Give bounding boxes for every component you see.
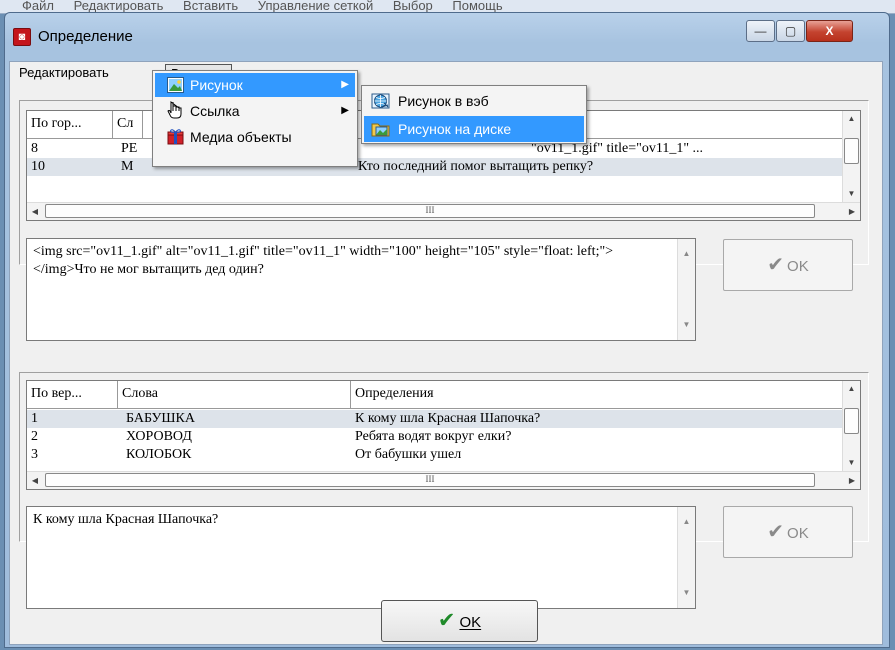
row-number: 1 [31, 411, 38, 426]
ok-button-top[interactable]: ✔ OK [723, 239, 853, 291]
column-header-words[interactable]: Сл [113, 111, 143, 138]
maximize-button[interactable]: ▢ [776, 20, 805, 42]
scroll-up-icon[interactable]: ▲ [843, 111, 860, 127]
submenu-arrow-icon: ▶ [341, 105, 349, 116]
column-header-number[interactable]: По вер... [27, 381, 118, 408]
column-header-definitions[interactable]: Определения [351, 381, 844, 408]
folder-picture-icon [371, 123, 390, 137]
ok-button-bottom[interactable]: ✔ OK [723, 506, 853, 558]
horizontal-scrollbar[interactable]: ◀ III ▶ [27, 202, 860, 220]
table-row[interactable]: 3 КОЛОБОК От бабушки ушел [27, 446, 842, 464]
table-row[interactable]: 1 БАБУШКА К кому шла Красная Шапочка? [27, 410, 842, 428]
row-definition: От бабушки ушел [355, 447, 462, 462]
down-words-grid[interactable]: По вер... Слова Определения 1 БАБУШКА К … [26, 380, 861, 490]
horizontal-scrollbar[interactable]: ◀ III ▶ [27, 471, 860, 489]
column-header-words[interactable]: Слова [118, 381, 351, 408]
checkmark-icon: ✔ [767, 254, 785, 276]
scroll-up-icon[interactable]: ▲ [678, 513, 695, 531]
definition-editor-bottom[interactable]: К кому шла Красная Шапочка? ▲ ▼ [26, 506, 696, 609]
bottom-panel: По вер... Слова Определения 1 БАБУШКА К … [19, 372, 869, 609]
submenu-item-label: Рисунок на диске [398, 121, 512, 137]
menu-item-media[interactable]: Медиа объекты [155, 125, 355, 149]
row-word: ХОРОВОД [126, 429, 192, 444]
submenu-arrow-icon: ▶ [341, 79, 349, 90]
table-row[interactable]: 10 М Кто последний помог вытащить репку? [27, 158, 842, 176]
row-number: 3 [31, 447, 38, 462]
ok-label: OK [459, 614, 482, 631]
table-row[interactable]: 2 ХОРОВОД Ребята водят вокруг елки? [27, 428, 842, 446]
scroll-left-icon[interactable]: ◀ [27, 472, 43, 489]
editor-scrollbar[interactable]: ▲ ▼ [677, 239, 695, 340]
editor-scrollbar[interactable]: ▲ ▼ [677, 507, 695, 608]
menu-item-picture[interactable]: Рисунок ▶ [155, 73, 355, 97]
checkmark-icon: ✔ [767, 521, 785, 543]
scroll-thumb[interactable]: III [45, 204, 815, 218]
scroll-right-icon[interactable]: ▶ [844, 472, 860, 489]
submenu-item-web-picture[interactable]: Рисунок в вэб [364, 88, 584, 114]
ok-button-main[interactable]: ✔ OK [381, 600, 538, 642]
menu-item-link[interactable]: Ссылка ▶ [155, 99, 355, 123]
row-number: 10 [31, 159, 45, 174]
definition-editor-top[interactable]: <img src="ov11_1.gif" alt="ov11_1.gif" t… [26, 238, 696, 341]
window-title: Определение [38, 28, 133, 45]
dialog-client-area: Редактировать Вставить По гор... Сл 8 РЕ… [9, 61, 883, 645]
web-picture-icon [371, 93, 390, 109]
menu-bar: Редактировать Вставить [10, 62, 882, 86]
scroll-thumb[interactable] [844, 138, 859, 164]
row-definition: К кому шла Красная Шапочка? [355, 411, 541, 426]
scroll-down-icon[interactable]: ▼ [678, 584, 695, 602]
scroll-thumb[interactable] [844, 408, 859, 434]
scroll-down-icon[interactable]: ▼ [678, 316, 695, 334]
ok-label: OK [787, 525, 809, 542]
menu-edit[interactable]: Редактировать [14, 64, 114, 84]
row-number: 8 [31, 141, 38, 156]
row-word: КОЛОБОК [126, 447, 192, 462]
checkmark-icon: ✔ [437, 609, 456, 632]
ok-label: OK [787, 258, 809, 275]
editor-text: <img src="ov11_1.gif" alt="ov11_1.gif" t… [33, 244, 614, 277]
scroll-up-icon[interactable]: ▲ [678, 245, 695, 263]
minimize-button[interactable]: — [746, 20, 775, 42]
editor-text: К кому шла Красная Шапочка? [33, 512, 219, 527]
insert-dropdown-menu: Рисунок ▶ Ссылка ▶ Медиа объекты [152, 70, 358, 167]
picture-submenu: Рисунок в вэб Рисунок на диске [361, 85, 587, 144]
scroll-thumb[interactable]: III [45, 473, 815, 487]
submenu-item-label: Рисунок в вэб [398, 93, 489, 109]
grid-header: По вер... Слова Определения [27, 381, 844, 409]
title-bar: ◙ Определение — ▢ X [5, 13, 889, 63]
app-icon: ◙ [13, 28, 31, 46]
menu-item-label: Ссылка [190, 103, 240, 119]
hand-link-icon [167, 101, 182, 119]
row-number: 2 [31, 429, 38, 444]
scroll-right-icon[interactable]: ▶ [844, 203, 860, 220]
row-word: РЕ [121, 141, 138, 156]
scroll-down-icon[interactable]: ▼ [843, 455, 860, 471]
gift-media-icon [167, 129, 184, 145]
picture-icon [167, 77, 184, 93]
submenu-item-disk-picture[interactable]: Рисунок на диске [364, 116, 584, 142]
column-header-number[interactable]: По гор... [27, 111, 113, 138]
scroll-left-icon[interactable]: ◀ [27, 203, 43, 220]
vertical-scrollbar[interactable]: ▲ ▼ [842, 111, 860, 202]
row-word: М [121, 159, 134, 174]
scroll-up-icon[interactable]: ▲ [843, 381, 860, 397]
row-word: БАБУШКА [126, 411, 195, 426]
vertical-scrollbar[interactable]: ▲ ▼ [842, 381, 860, 471]
row-definition: Кто последний помог вытащить репку? [358, 159, 594, 174]
menu-item-label: Рисунок [190, 77, 243, 93]
row-definition: Ребята водят вокруг елки? [355, 429, 512, 444]
menu-item-label: Медиа объекты [190, 129, 292, 145]
close-button[interactable]: X [806, 20, 853, 42]
scroll-down-icon[interactable]: ▼ [843, 186, 860, 202]
